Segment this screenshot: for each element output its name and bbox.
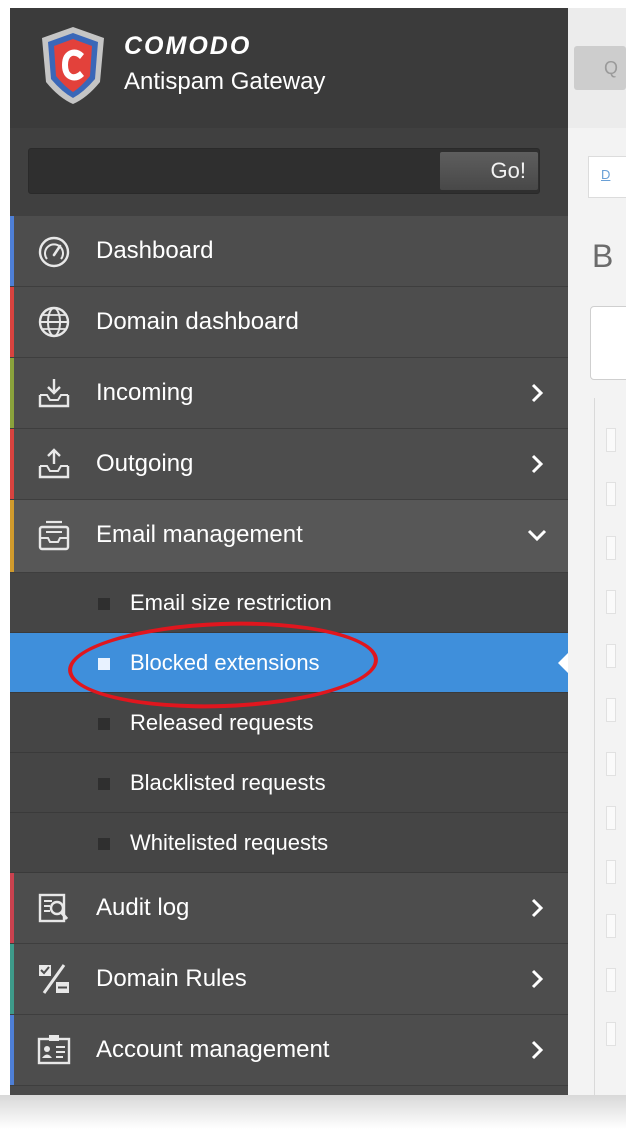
search-bar: Go! <box>10 128 568 216</box>
accent-bar <box>10 358 14 428</box>
nav-item-domain-rules[interactable]: Domain Rules <box>10 944 568 1015</box>
toolbar-button-label: Q <box>604 58 619 78</box>
row-checkbox[interactable] <box>606 590 616 614</box>
row-checkbox[interactable] <box>606 482 616 506</box>
nav-label: Email management <box>96 521 303 548</box>
chevron-right-icon <box>531 1040 544 1060</box>
app-window: COMODO Antispam Gateway Go! Dashboard Do… <box>0 0 626 1129</box>
subnav-item-email-size-restriction[interactable]: Email size restriction <box>10 573 568 633</box>
sidebar: COMODO Antispam Gateway Go! Dashboard Do… <box>10 8 568 1095</box>
filter-panel[interactable] <box>590 306 626 380</box>
gauge-icon <box>36 233 72 269</box>
rules-percent-icon <box>36 961 72 997</box>
subnav-label: Email size restriction <box>130 590 332 615</box>
nav-item-account-management[interactable]: Account management <box>10 1015 568 1086</box>
nav-label: Account management <box>96 1036 330 1063</box>
bullet-icon <box>98 718 110 730</box>
subnav-label: Blocked extensions <box>130 650 320 675</box>
subnav-item-released-requests[interactable]: Released requests <box>10 693 568 753</box>
row-checkbox[interactable] <box>606 752 616 776</box>
accent-bar <box>10 500 14 572</box>
row-checkbox[interactable] <box>606 914 616 938</box>
main-content: Q D B <box>568 8 626 1095</box>
window-shadow <box>0 1095 626 1129</box>
inbox-download-icon <box>36 375 72 411</box>
page-title: B <box>592 238 614 274</box>
nav-item-email-management[interactable]: Email management <box>10 500 568 573</box>
comodo-shield-logo <box>42 27 104 104</box>
globe-icon <box>36 304 72 340</box>
bullet-icon <box>98 778 110 790</box>
nav-item-dashboard[interactable]: Dashboard <box>10 216 568 287</box>
row-checkbox[interactable] <box>606 644 616 668</box>
chevron-right-icon <box>531 383 544 403</box>
subnav-item-whitelisted-requests[interactable]: Whitelisted requests <box>10 813 568 873</box>
row-checkbox[interactable] <box>606 698 616 722</box>
nav-label: Domain dashboard <box>96 308 299 335</box>
bullet-icon <box>98 658 110 670</box>
row-checkbox[interactable] <box>606 1022 616 1046</box>
row-checkbox[interactable] <box>606 968 616 992</box>
chevron-right-icon <box>531 454 544 474</box>
brand-product: Antispam Gateway <box>124 68 326 95</box>
accent-bar <box>10 287 14 357</box>
chevron-down-icon <box>527 529 547 542</box>
nav-item-audit-log[interactable]: Audit log <box>10 873 568 944</box>
id-card-icon <box>36 1032 72 1068</box>
chevron-right-icon <box>531 898 544 918</box>
subnav-item-blacklisted-requests[interactable]: Blacklisted requests <box>10 753 568 813</box>
subnav-label: Blacklisted requests <box>130 770 326 795</box>
row-checkbox[interactable] <box>606 806 616 830</box>
bullet-icon <box>98 838 110 850</box>
row-checkbox[interactable] <box>606 860 616 884</box>
accent-bar <box>10 1015 14 1085</box>
chevron-right-icon <box>531 969 544 989</box>
nav-label: Incoming <box>96 379 194 406</box>
accent-bar <box>10 873 14 943</box>
subnav-label: Whitelisted requests <box>130 830 329 855</box>
nav-label: Audit log <box>96 894 190 921</box>
go-button[interactable]: Go! <box>440 152 538 190</box>
top-toolbar: Q <box>568 8 626 128</box>
accent-bar <box>10 429 14 499</box>
accent-bar <box>10 944 14 1014</box>
table-border <box>594 398 595 1095</box>
outbox-upload-icon <box>36 446 72 482</box>
row-checkbox[interactable] <box>606 536 616 560</box>
nav-label: Outgoing <box>96 450 194 477</box>
breadcrumb[interactable]: D <box>588 156 626 198</box>
subnav-label: Released requests <box>130 710 314 735</box>
brand-header: COMODO Antispam Gateway <box>10 8 568 128</box>
toolbar-button[interactable]: Q <box>574 46 626 90</box>
mail-tray-icon <box>36 517 72 553</box>
log-search-icon <box>36 890 72 926</box>
bullet-icon <box>98 598 110 610</box>
active-pointer-icon <box>558 652 568 674</box>
nav-label: Domain Rules <box>96 965 247 992</box>
subnav-item-blocked-extensions[interactable]: Blocked extensions <box>10 633 568 693</box>
nav-label: Dashboard <box>96 237 214 264</box>
breadcrumb-link[interactable]: D <box>601 167 610 182</box>
row-checkbox[interactable] <box>606 428 616 452</box>
nav-item-incoming[interactable]: Incoming <box>10 358 568 429</box>
brand-name: COMODO <box>124 32 252 60</box>
nav-item-domain-dashboard[interactable]: Domain dashboard <box>10 287 568 358</box>
accent-bar <box>10 216 14 286</box>
nav-item-outgoing[interactable]: Outgoing <box>10 429 568 500</box>
